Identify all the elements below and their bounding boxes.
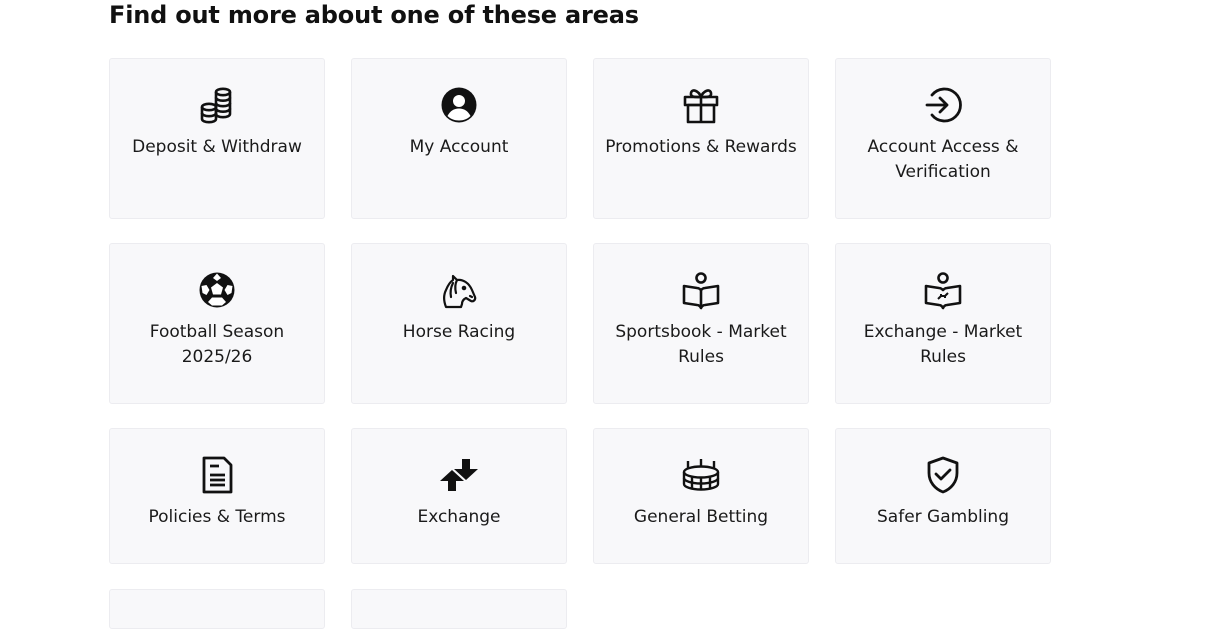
card-account-access-verification[interactable]: Account Access & Verification: [835, 58, 1051, 219]
card-label: Account Access & Verification: [867, 137, 1019, 182]
card-label: Safer Gambling: [877, 507, 1009, 527]
user-circle-icon: [439, 85, 479, 125]
card-label: Policies & Terms: [148, 507, 286, 527]
card-label: Exchange - Market Rules: [863, 322, 1023, 367]
card-label: Deposit & Withdraw: [132, 137, 302, 157]
card-label: Promotions & Rewards: [605, 137, 797, 157]
coins-icon: [197, 85, 237, 125]
card-label: Horse Racing: [402, 322, 516, 342]
horse-head-icon: [439, 270, 479, 310]
card-my-account[interactable]: My Account: [351, 58, 567, 219]
gift-icon: [681, 85, 721, 125]
card-horse-racing[interactable]: Horse Racing: [351, 243, 567, 404]
stadium-icon: [681, 455, 721, 495]
card-safer-gambling[interactable]: Safer Gambling: [835, 428, 1051, 564]
shield-check-icon: [923, 455, 963, 495]
card-label: General Betting: [633, 507, 769, 527]
page-heading: Find out more about one of these areas: [109, 1, 639, 29]
card-label: Football Season 2025/26: [149, 322, 285, 367]
card-partial[interactable]: [109, 589, 325, 629]
card-general-betting[interactable]: General Betting: [593, 428, 809, 564]
football-icon: [197, 270, 237, 310]
login-arrow-icon: [923, 85, 963, 125]
card-sportsbook-market-rules[interactable]: Sportsbook - Market Rules: [593, 243, 809, 404]
card-exchange-market-rules[interactable]: Exchange - Market Rules: [835, 243, 1051, 404]
document-icon: [197, 455, 237, 495]
card-exchange[interactable]: Exchange: [351, 428, 567, 564]
rulebook-icon: [681, 270, 721, 310]
card-policies-terms[interactable]: Policies & Terms: [109, 428, 325, 564]
card-deposit-withdraw[interactable]: Deposit & Withdraw: [109, 58, 325, 219]
exchange-rulebook-icon: [923, 270, 963, 310]
card-label: Sportsbook - Market Rules: [615, 322, 787, 367]
card-label: Exchange: [417, 507, 501, 527]
card-football-season[interactable]: Football Season 2025/26: [109, 243, 325, 404]
card-label: My Account: [409, 137, 509, 157]
card-partial[interactable]: [351, 589, 567, 629]
exchange-arrows-icon: [439, 455, 479, 495]
card-promotions-rewards[interactable]: Promotions & Rewards: [593, 58, 809, 219]
